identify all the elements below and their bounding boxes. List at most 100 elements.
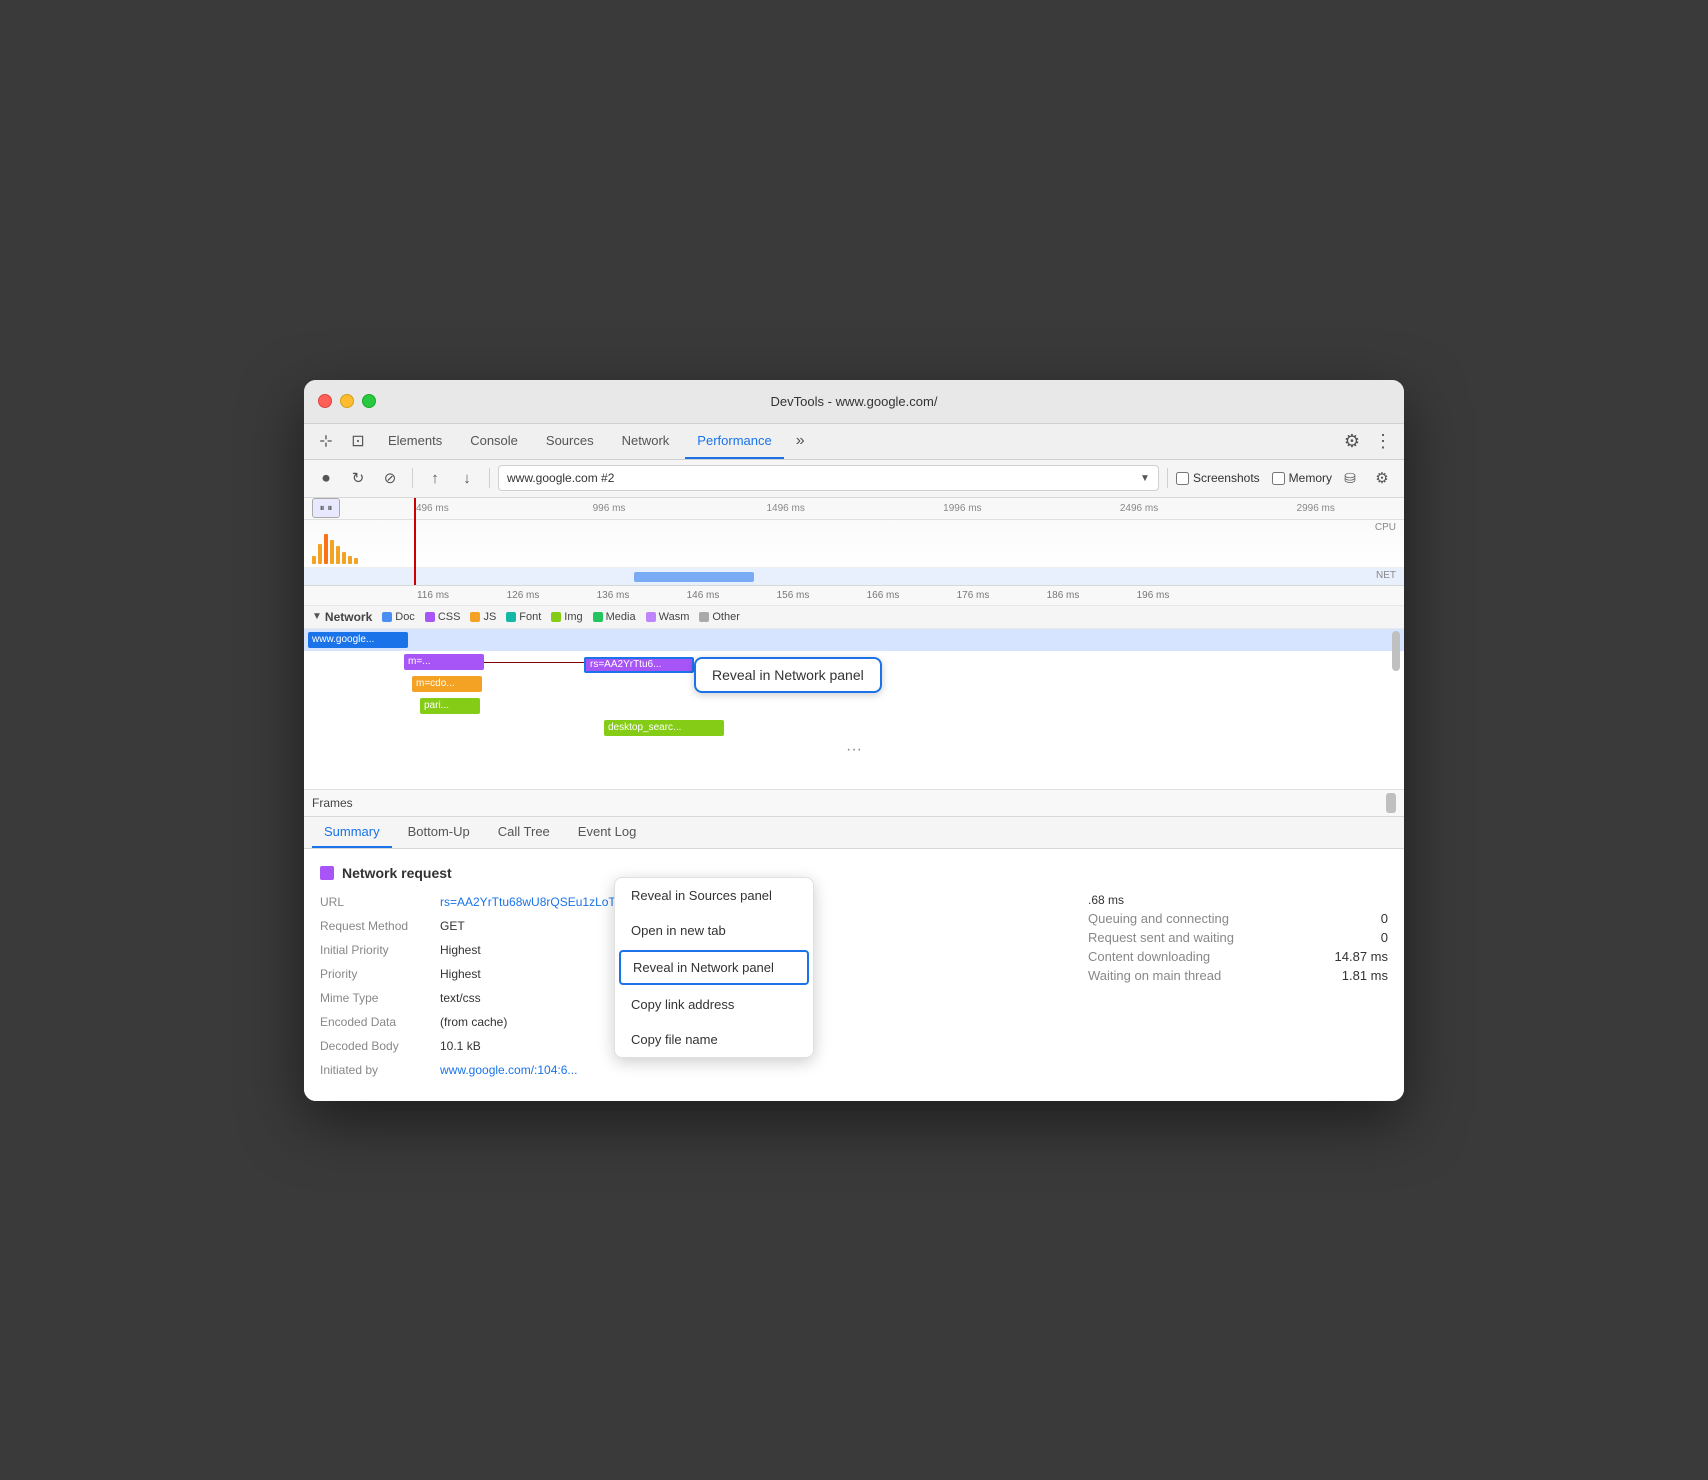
legend-css: CSS [425,611,461,623]
bar-google[interactable]: www.google... [308,632,408,648]
ctx-reveal-network[interactable]: Reveal in Network panel [619,950,809,985]
settings-icon[interactable]: ⚙ [1338,431,1366,452]
other-color [699,612,709,622]
memory-icon[interactable]: ⛁ [1336,464,1364,492]
titlebar: DevTools - www.google.com/ [304,380,1404,424]
url-dropdown-icon[interactable]: ▼ [1140,473,1150,484]
ctx-copy-link[interactable]: Copy link address [615,987,813,1022]
legend-media: Media [593,611,636,623]
separator-2 [489,468,490,488]
cpu-bar-8 [354,558,358,564]
tab-elements[interactable]: Elements [376,423,454,459]
cpu-bar-5 [336,546,340,564]
css-color [425,612,435,622]
mime-label: Mime Type [320,989,440,1007]
ctx-reveal-sources[interactable]: Reveal in Sources panel [615,878,813,913]
initiated-label: Initiated by [320,1061,440,1079]
arrow-line [484,662,584,663]
tab-call-tree[interactable]: Call Tree [486,816,562,848]
doc-color [382,612,392,622]
window-title: DevTools - www.google.com/ [771,394,938,409]
bar-m[interactable]: m=... [404,654,484,670]
network-request-icon [320,866,334,880]
cpu-mini-bars [312,524,358,564]
tab-sources[interactable]: Sources [534,423,606,459]
net-scrollbar[interactable] [1392,629,1400,789]
bar-mcdo[interactable]: m=cdo... [412,676,482,692]
legend-img: Img [551,611,582,623]
net-row-4[interactable]: pari... [304,695,1404,717]
memory-checkbox[interactable] [1272,472,1285,485]
tick-4: 1996 ms [874,503,1051,514]
net-row-5[interactable]: desktop_searc... [304,717,1404,739]
method-label: Request Method [320,917,440,935]
net-bar-fill [634,572,754,582]
bar-rs[interactable]: rs=AA2YrTtu6... [584,657,694,673]
cpu-label: CPU [1375,522,1396,533]
net-tick-6: 166 ms [838,590,928,601]
cpu-bar-2 [318,544,322,564]
legend-row: ▼ Network Doc CSS JS Font Img [304,606,1404,629]
ctx-copy-filename[interactable]: Copy file name [615,1022,813,1057]
legend-font: Font [506,611,541,623]
bar-pari[interactable]: pari... [420,698,480,714]
tab-summary[interactable]: Summary [312,816,392,848]
frames-row: Frames [304,789,1404,817]
record-button[interactable]: ⏺ [312,464,340,492]
more-options-icon[interactable]: ⋮ [1370,431,1396,452]
legend-wasm: Wasm [646,611,690,623]
net-bar: NET [304,568,1404,586]
tick-3: 1496 ms [697,503,874,514]
screenshots-checkbox[interactable] [1176,472,1189,485]
url-text: www.google.com #2 [507,471,1136,485]
pause-button[interactable]: ⏸ ⏸ [312,498,340,518]
legend-doc: Doc [382,611,415,623]
cpu-bar-7 [348,556,352,564]
minimize-button[interactable] [340,394,354,408]
initiated-value[interactable]: www.google.com/:104:6... [440,1061,577,1079]
bar-desktop[interactable]: desktop_searc... [604,720,724,736]
clear-button[interactable]: ⊘ [376,464,404,492]
ctx-open-new-tab[interactable]: Open in new tab [615,913,813,948]
more-tabs-button[interactable]: » [788,432,813,450]
cpu-bar-1 [312,556,316,564]
maximize-button[interactable] [362,394,376,408]
legend-other: Other [699,611,740,623]
url-label: URL [320,893,440,911]
method-value: GET [440,917,465,935]
network-legend-title: ▼ Network [312,610,372,624]
timeline-cursor [414,498,416,585]
init-priority-value: Highest [440,941,481,959]
media-color [593,612,603,622]
net-row-more: ··· [304,739,1404,761]
cpu-bar-6 [342,552,346,564]
net-label: NET [1376,570,1396,581]
download-button[interactable]: ↓ [453,464,481,492]
tooltip-reveal-network[interactable]: Reveal in Network panel [694,657,882,693]
upload-button[interactable]: ↑ [421,464,449,492]
detail-initiated-row: Initiated by www.google.com/:104:6... [320,1061,1068,1079]
decoded-label: Decoded Body [320,1037,440,1055]
tab-event-log[interactable]: Event Log [566,816,649,848]
tab-network[interactable]: Network [610,423,682,459]
network-section: 116 ms 126 ms 136 ms 146 ms 156 ms 166 m… [304,586,1404,789]
close-button[interactable] [318,394,332,408]
mime-value: text/css [440,989,481,1007]
capture-settings-icon[interactable]: ⚙ [1368,464,1396,492]
tab-performance[interactable]: Performance [685,423,783,459]
frames-scrollbar[interactable] [1386,793,1396,813]
responsive-icon[interactable]: ⊡ [344,427,372,455]
cursor-icon[interactable]: ⊹ [312,427,340,455]
net-row-1[interactable]: www.google... [304,629,1404,651]
tick-1: 496 ms [344,503,521,514]
tab-bottom-up[interactable]: Bottom-Up [396,816,482,848]
priority-value: Highest [440,965,481,983]
encoded-label: Encoded Data [320,1013,440,1031]
wasm-color [646,612,656,622]
url-selector[interactable]: www.google.com #2 ▼ [498,465,1159,491]
reload-button[interactable]: ↻ [344,464,372,492]
tab-console[interactable]: Console [458,423,530,459]
detail-pane: Network request Reveal in Sources panel … [304,849,1404,1101]
net-tick-2: 126 ms [478,590,568,601]
frames-label: Frames [312,796,353,810]
